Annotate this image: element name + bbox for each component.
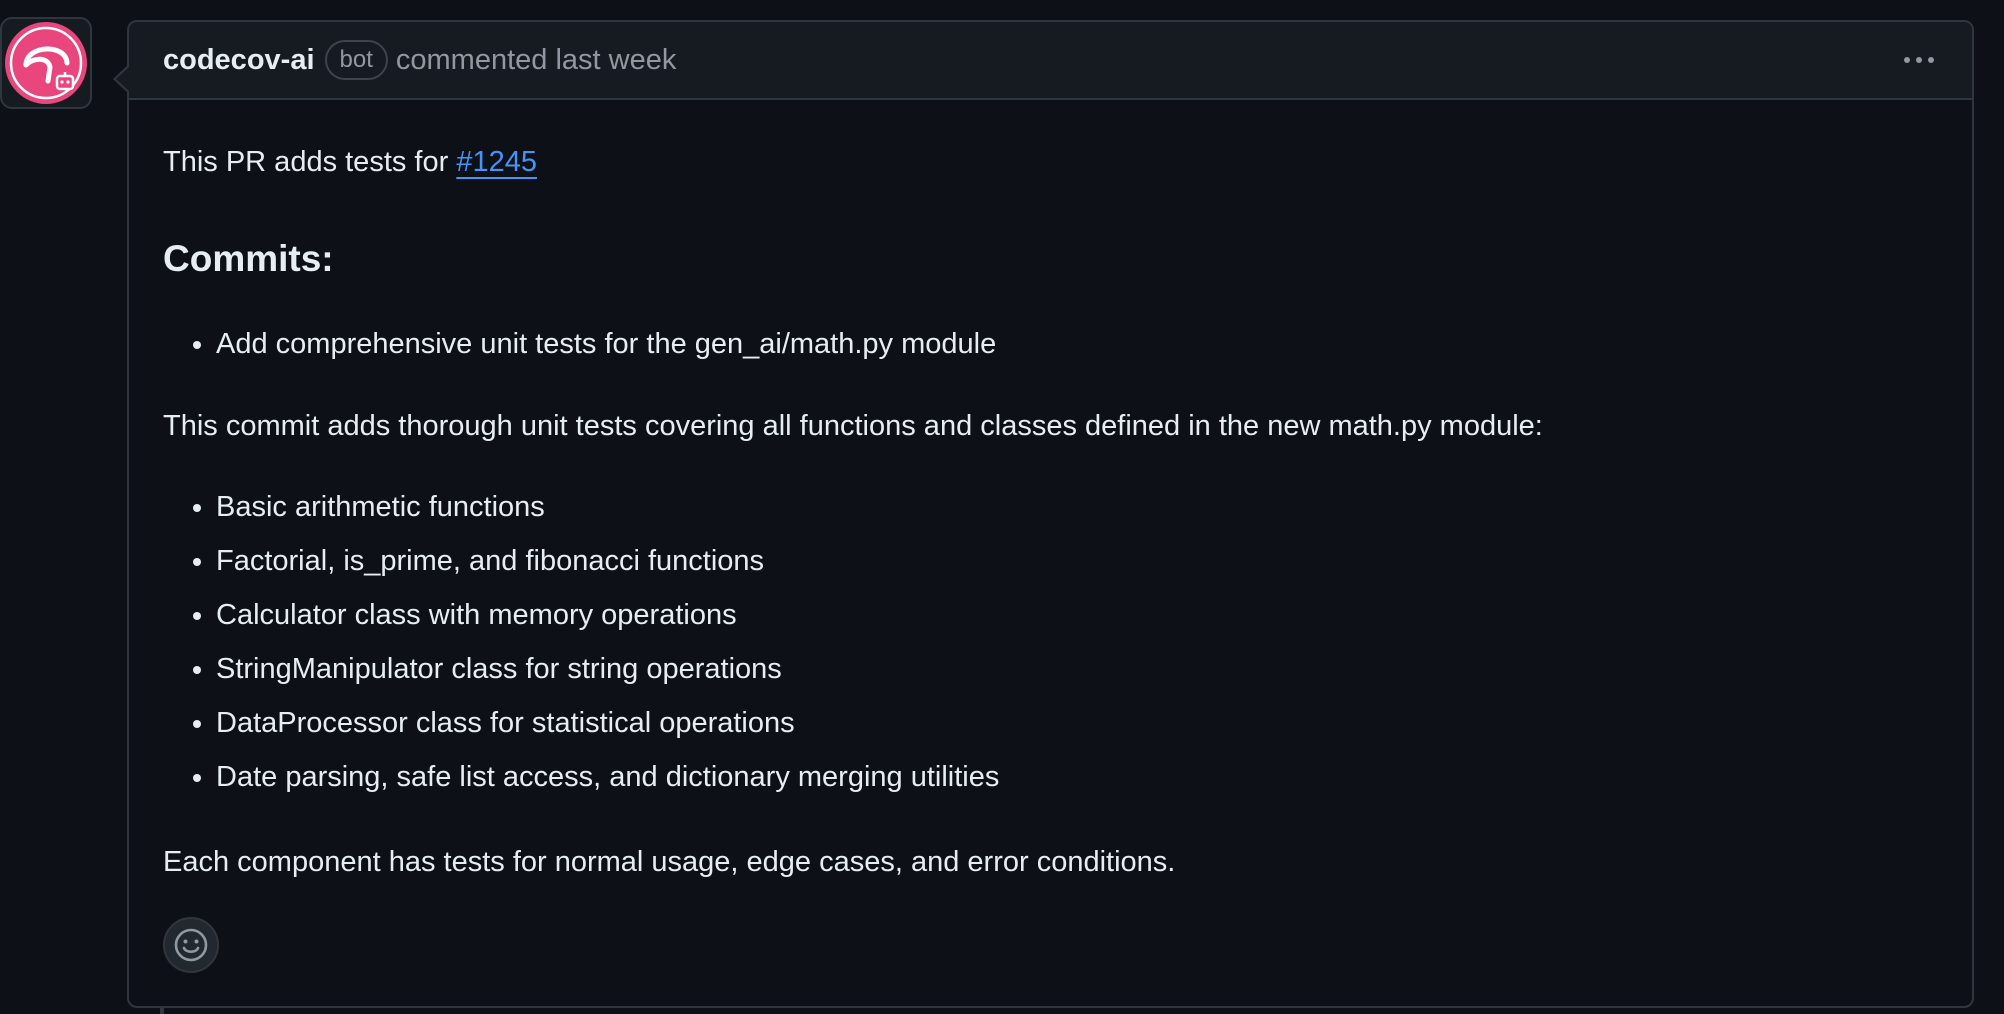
closing-paragraph: Each component has tests for normal usag… <box>163 846 1176 878</box>
feature-list-item: Factorial, is_prime, and fibonacci funct… <box>216 541 999 595</box>
intro-paragraph: This PR adds tests for #1245 <box>163 142 537 182</box>
commits-heading: Commits: <box>163 238 334 279</box>
comment-pointer-fill <box>116 66 130 92</box>
bot-badge: bot <box>324 40 388 80</box>
feature-list-item: StringManipulator class for string opera… <box>216 649 999 703</box>
commit-description: This commit adds thorough unit tests cov… <box>163 410 1543 442</box>
add-reaction-button[interactable] <box>163 917 219 973</box>
feature-list-item: DataProcessor class for statistical oper… <box>216 703 999 757</box>
comment-timestamp[interactable]: commented last week <box>396 44 676 77</box>
features-list: Basic arithmetic functions Factorial, is… <box>163 487 999 811</box>
feature-list-item: Date parsing, safe list access, and dict… <box>216 757 999 811</box>
smiley-icon <box>174 928 208 962</box>
commit-list-item: Add comprehensive unit tests for the gen… <box>216 324 996 378</box>
feature-list-item: Basic arithmetic functions <box>216 487 999 541</box>
commits-list: Add comprehensive unit tests for the gen… <box>163 324 996 378</box>
kebab-horizontal-icon <box>1904 57 1910 63</box>
kebab-horizontal-icon <box>1928 57 1934 63</box>
feature-list-item: Calculator class with memory operations <box>216 595 999 649</box>
timeline-comment-container: codecov-ai bot commented last week This … <box>0 0 2004 1014</box>
issue-link[interactable]: #1245 <box>456 146 537 178</box>
comment-card: codecov-ai bot commented last week This … <box>113 20 1974 1008</box>
intro-text: This PR adds tests for <box>163 146 457 178</box>
more-actions-button[interactable] <box>1900 51 1938 69</box>
author-name-link[interactable]: codecov-ai <box>163 44 315 77</box>
avatar[interactable] <box>0 17 92 109</box>
codecov-ai-logo-icon <box>5 22 87 104</box>
kebab-horizontal-icon <box>1916 57 1922 63</box>
comment-header: codecov-ai bot commented last week <box>129 22 1972 100</box>
